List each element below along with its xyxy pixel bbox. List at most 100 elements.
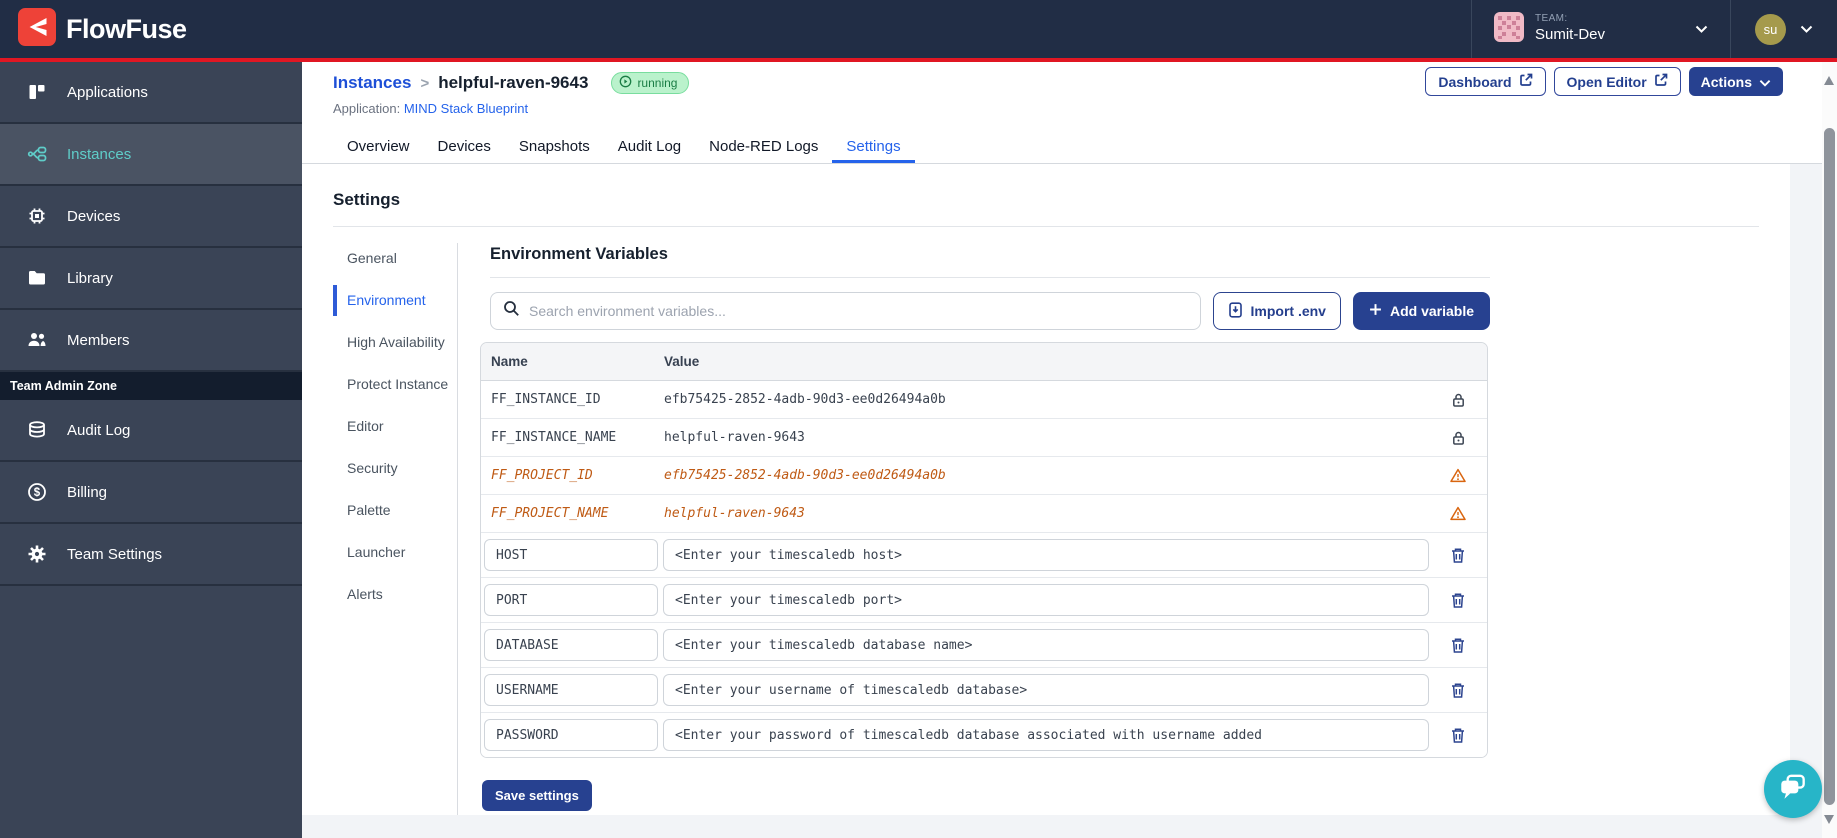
delete-variable-button[interactable] [1450,682,1466,699]
add-variable-button[interactable]: Add variable [1352,292,1490,330]
open-editor-button-label: Open Editor [1566,73,1647,90]
subnav-alerts[interactable]: Alerts [333,585,457,604]
instance-header: Instances > helpful-raven-9643 running A… [302,62,1837,164]
tab-settings[interactable]: Settings [832,129,915,163]
import-env-label: Import .env [1250,303,1326,319]
table-row: FF_PROJECT_NAME helpful-raven-9643 [481,495,1487,533]
sidebar-item-team-settings[interactable]: Team Settings [0,524,302,586]
sidebar-item-audit-log[interactable]: Audit Log [0,400,302,462]
env-table-header: Name Value [481,343,1487,381]
import-env-button[interactable]: Import .env [1212,292,1341,330]
sidebar-item-label: Billing [67,483,108,501]
chat-widget-button[interactable] [1764,760,1822,818]
user-menu[interactable]: su [1731,0,1837,58]
subnav-security[interactable]: Security [333,459,457,478]
table-row [481,713,1487,757]
sidebar-item-members[interactable]: Members [0,310,302,372]
instance-tabs: Overview Devices Snapshots Audit Log Nod… [333,129,915,163]
sidebar-item-instances[interactable]: Instances [0,124,302,186]
table-row: FF_INSTANCE_ID efb75425-2852-4adb-90d3-e… [481,381,1487,419]
env-value-input[interactable] [663,584,1429,616]
search-input[interactable] [529,303,1188,319]
application-link[interactable]: MIND Stack Blueprint [404,101,528,116]
svg-text:$: $ [34,487,41,499]
dashboard-button-label: Dashboard [1438,73,1512,90]
chevron-down-icon [1800,20,1813,38]
env-name: FF_PROJECT_ID [491,468,593,483]
actions-button-label: Actions [1700,73,1752,90]
dashboard-button[interactable]: Dashboard [1425,67,1546,96]
chevron-down-icon [1695,20,1708,38]
env-name-input[interactable] [484,674,658,706]
subnav-protect-instance[interactable]: Protect Instance [333,375,457,394]
subnav-high-availability[interactable]: High Availability [333,333,457,352]
env-value-input[interactable] [663,629,1429,661]
environment-section: Environment Variables Search environment… [480,243,1490,815]
status-badge: running [611,72,690,94]
gear-icon [26,544,48,564]
open-editor-button[interactable]: Open Editor [1553,67,1681,96]
applications-icon [26,82,48,102]
sidebar-item-label: Library [67,269,113,287]
table-row: FF_INSTANCE_NAME helpful-raven-9643 [481,419,1487,457]
subnav-general[interactable]: General [333,249,457,268]
tab-node-red-logs[interactable]: Node-RED Logs [695,129,832,163]
subnav-editor[interactable]: Editor [333,417,457,436]
subnav-palette[interactable]: Palette [333,501,457,520]
brand-name: FlowFuse [66,13,187,44]
tab-devices[interactable]: Devices [424,129,505,163]
breadcrumb-separator: > [420,74,430,92]
table-row: FF_PROJECT_ID efb75425-2852-4adb-90d3-ee… [481,457,1487,495]
folder-icon [26,268,48,288]
scroll-down-arrow[interactable] [1824,815,1834,824]
search-icon [503,300,520,322]
team-label: TEAM: [1535,13,1568,25]
column-header-value: Value [664,354,700,369]
chat-bubbles-icon [1777,771,1809,808]
sidebar-item-billing[interactable]: $ Billing [0,462,302,524]
env-name-input[interactable] [484,539,658,571]
flowfuse-logo[interactable]: FlowFuse [18,7,187,51]
env-name: FF_INSTANCE_ID [491,392,601,407]
delete-variable-button[interactable] [1450,637,1466,654]
tab-audit-log[interactable]: Audit Log [604,129,695,163]
env-name-input[interactable] [484,584,658,616]
scroll-up-arrow[interactable] [1824,76,1834,85]
env-value-input[interactable] [663,719,1429,751]
sidebar-item-devices[interactable]: Devices [0,186,302,248]
tab-overview[interactable]: Overview [333,129,424,163]
env-value: efb75425-2852-4adb-90d3-ee0d26494a0b [664,468,946,483]
actions-button[interactable]: Actions [1688,67,1783,96]
top-bar: FlowFuse TEAM: Sumit-Dev su [0,0,1837,58]
env-name-input[interactable] [484,719,658,751]
add-variable-label: Add variable [1389,303,1474,319]
env-value-input[interactable] [663,539,1429,571]
application-label: Application: [333,101,401,116]
instances-icon [26,144,48,164]
dollar-icon: $ [26,482,48,502]
warning-icon [1429,468,1487,483]
team-admin-zone-label: Team Admin Zone [0,372,302,400]
tab-snapshots[interactable]: Snapshots [505,129,604,163]
users-icon [26,331,48,349]
chevron-down-icon [1759,74,1771,90]
app-window: FlowFuse TEAM: Sumit-Dev su Applications… [0,0,1837,838]
sidebar-item-library[interactable]: Library [0,248,302,310]
team-selector[interactable]: TEAM: Sumit-Dev [1472,0,1730,58]
delete-variable-button[interactable] [1450,547,1466,564]
flowfuse-logo-icon [18,7,56,51]
env-name-input[interactable] [484,629,658,661]
subnav-launcher[interactable]: Launcher [333,543,457,562]
delete-variable-button[interactable] [1450,592,1466,609]
settings-panel: Settings General Environment High Availa… [302,164,1790,815]
main-area: Instances > helpful-raven-9643 running A… [302,62,1837,838]
scrollbar-thumb[interactable] [1824,128,1835,805]
sidebar-item-label: Devices [67,207,121,225]
env-value-input[interactable] [663,674,1429,706]
settings-subnav: General Environment High Availability Pr… [333,243,457,815]
subnav-environment[interactable]: Environment [333,285,457,316]
delete-variable-button[interactable] [1450,727,1466,744]
save-settings-button[interactable]: Save settings [482,780,592,811]
breadcrumb-instances-link[interactable]: Instances [333,73,411,93]
sidebar-item-applications[interactable]: Applications [0,62,302,124]
